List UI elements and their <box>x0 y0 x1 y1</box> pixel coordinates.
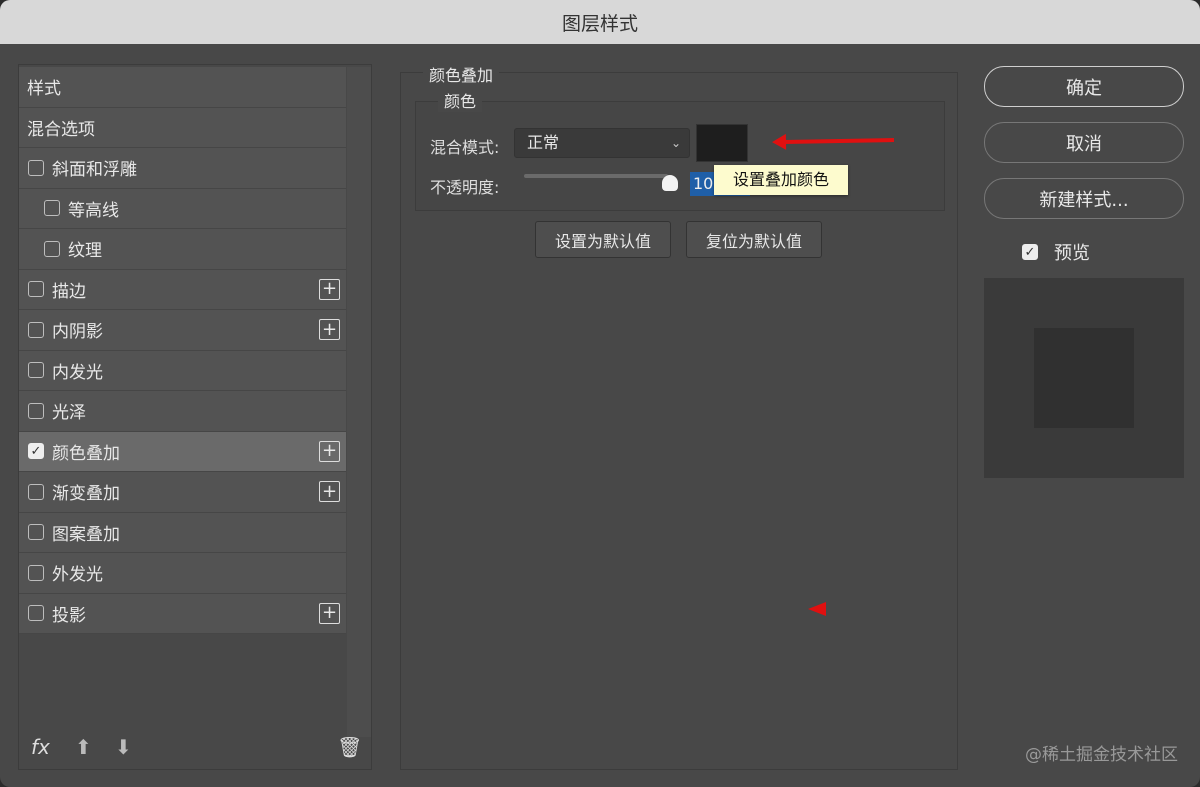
sidebar-item[interactable]: 等高线 <box>19 188 346 229</box>
checkbox[interactable] <box>28 524 44 541</box>
add-icon[interactable]: + <box>319 278 340 300</box>
red-cursor-annotation <box>808 602 826 616</box>
sidebar-item-label: 投影 <box>52 605 86 626</box>
checkbox[interactable]: ✓ <box>28 443 44 460</box>
checkbox[interactable] <box>28 402 44 419</box>
fx-menu-button[interactable]: fx <box>31 735 50 759</box>
sidebar-item-label: 斜面和浮雕 <box>52 160 137 181</box>
checkbox[interactable] <box>28 321 44 338</box>
layer-style-dialog: 图层样式 样式 混合选项 斜面和浮雕 等高线 纹理 描边 + 内阴影 + 内发光 光泽 ✓ 颜色叠加 + 渐… <box>0 0 1200 787</box>
color-group: 颜色 混合模式: 正常 ⌄ 不透明度: 10 设置叠加颜色 <box>415 88 945 211</box>
sidebar-item[interactable]: 描边 + <box>19 269 346 310</box>
checkbox[interactable] <box>28 281 44 298</box>
add-icon[interactable]: + <box>319 481 340 502</box>
opacity-slider[interactable] <box>524 174 668 178</box>
sidebar-item[interactable]: 投影 + <box>19 593 346 634</box>
sidebar-item[interactable]: ✓ 颜色叠加 + <box>19 431 346 472</box>
blend-mode-value: 正常 <box>527 133 560 152</box>
reset-default-button[interactable]: 复位为默认值 <box>686 221 822 258</box>
add-icon[interactable]: + <box>319 602 340 624</box>
trash-icon[interactable]: 🗑 <box>337 735 362 759</box>
sidebar-item-label: 样式 <box>27 79 61 100</box>
styles-list: 样式混合选项斜面和浮雕等高线纹理描边 + 内阴影 + 内发光光泽 ✓ 颜色叠加 + 渐变叠加 + 图… <box>19 67 346 634</box>
sidebar-item[interactable]: 内阴影 + <box>19 310 346 351</box>
sidebar-item-label: 描边 <box>52 281 86 302</box>
opacity-slider-thumb[interactable] <box>662 175 678 191</box>
preview-label: 预览 <box>1054 243 1090 264</box>
overlay-color-swatch[interactable] <box>696 124 748 162</box>
checkbox[interactable] <box>28 362 44 379</box>
blend-mode-select[interactable]: 正常 ⌄ <box>514 128 690 158</box>
move-down-icon[interactable]: ⬇ <box>115 735 132 759</box>
sidebar-item-label: 颜色叠加 <box>52 443 120 464</box>
sidebar-item-label: 纹理 <box>68 241 102 262</box>
opacity-label: 不透明度: <box>430 178 500 197</box>
cancel-button[interactable]: 取消 <box>984 122 1184 163</box>
move-up-icon[interactable]: ⬆ <box>75 735 92 759</box>
sidebar-item[interactable]: 光泽 <box>19 391 346 432</box>
checkbox[interactable] <box>44 200 60 217</box>
checkbox[interactable] <box>44 240 60 257</box>
ok-button[interactable]: 确定 <box>984 66 1184 107</box>
sidebar-item-label: 内阴影 <box>52 322 103 343</box>
sidebar-item[interactable]: 斜面和浮雕 <box>19 148 346 189</box>
new-style-button[interactable]: 新建样式... <box>984 178 1184 219</box>
sidebar-item-label: 渐变叠加 <box>52 484 120 505</box>
panel-title: 颜色叠加 <box>423 62 500 86</box>
style-preview <box>984 278 1184 478</box>
title-bar: 图层样式 <box>0 0 1200 44</box>
preview-thumbnail <box>1034 328 1134 428</box>
sidebar-item-label: 混合选项 <box>27 119 95 140</box>
checkbox[interactable] <box>28 605 44 622</box>
sidebar-item[interactable]: 内发光 <box>19 350 346 391</box>
blend-mode-label: 混合模式: <box>430 138 500 157</box>
preview-toggle[interactable]: ✓ 预览 <box>1022 239 1090 265</box>
sidebar-item-label: 外发光 <box>52 565 103 586</box>
sidebar-item[interactable]: 渐变叠加 + <box>19 472 346 513</box>
preview-checkbox[interactable]: ✓ <box>1022 244 1038 260</box>
red-arrow-annotation <box>783 138 895 144</box>
sidebar-item[interactable]: 纹理 <box>19 229 346 270</box>
add-icon[interactable]: + <box>319 440 340 462</box>
sidebar-item-label: 图案叠加 <box>52 524 120 545</box>
styles-sidebar: 样式混合选项斜面和浮雕等高线纹理描边 + 内阴影 + 内发光光泽 ✓ 颜色叠加 + 渐变叠加 + 图… <box>18 64 372 770</box>
checkbox[interactable] <box>28 159 44 176</box>
sidebar-item[interactable]: 混合选项 <box>19 107 346 148</box>
group-title: 颜色 <box>438 88 483 112</box>
sidebar-item-label: 内发光 <box>52 362 103 383</box>
dialog-title: 图层样式 <box>561 12 638 35</box>
add-icon[interactable]: + <box>319 319 340 340</box>
checkbox[interactable] <box>28 564 44 581</box>
sidebar-item[interactable]: 样式 <box>19 67 346 108</box>
set-default-button[interactable]: 设置为默认值 <box>535 221 671 258</box>
watermark: @稀土掘金技术社区 <box>1025 745 1178 765</box>
sidebar-item[interactable]: 图案叠加 <box>19 512 346 553</box>
checkbox[interactable] <box>28 483 44 500</box>
sidebar-item-label: 光泽 <box>52 403 86 424</box>
color-overlay-panel: 颜色叠加 颜色 混合模式: 正常 ⌄ 不透明度: 10 设置叠加颜色 设置为默认值… <box>400 62 958 770</box>
sidebar-item-label: 等高线 <box>68 200 119 221</box>
chevron-down-icon: ⌄ <box>670 136 681 150</box>
scrollbar[interactable] <box>347 67 371 737</box>
tooltip: 设置叠加颜色 <box>714 165 848 195</box>
sidebar-item[interactable]: 外发光 <box>19 553 346 594</box>
sidebar-footer: fx ⬆ ⬇ 🗑 <box>19 725 371 769</box>
